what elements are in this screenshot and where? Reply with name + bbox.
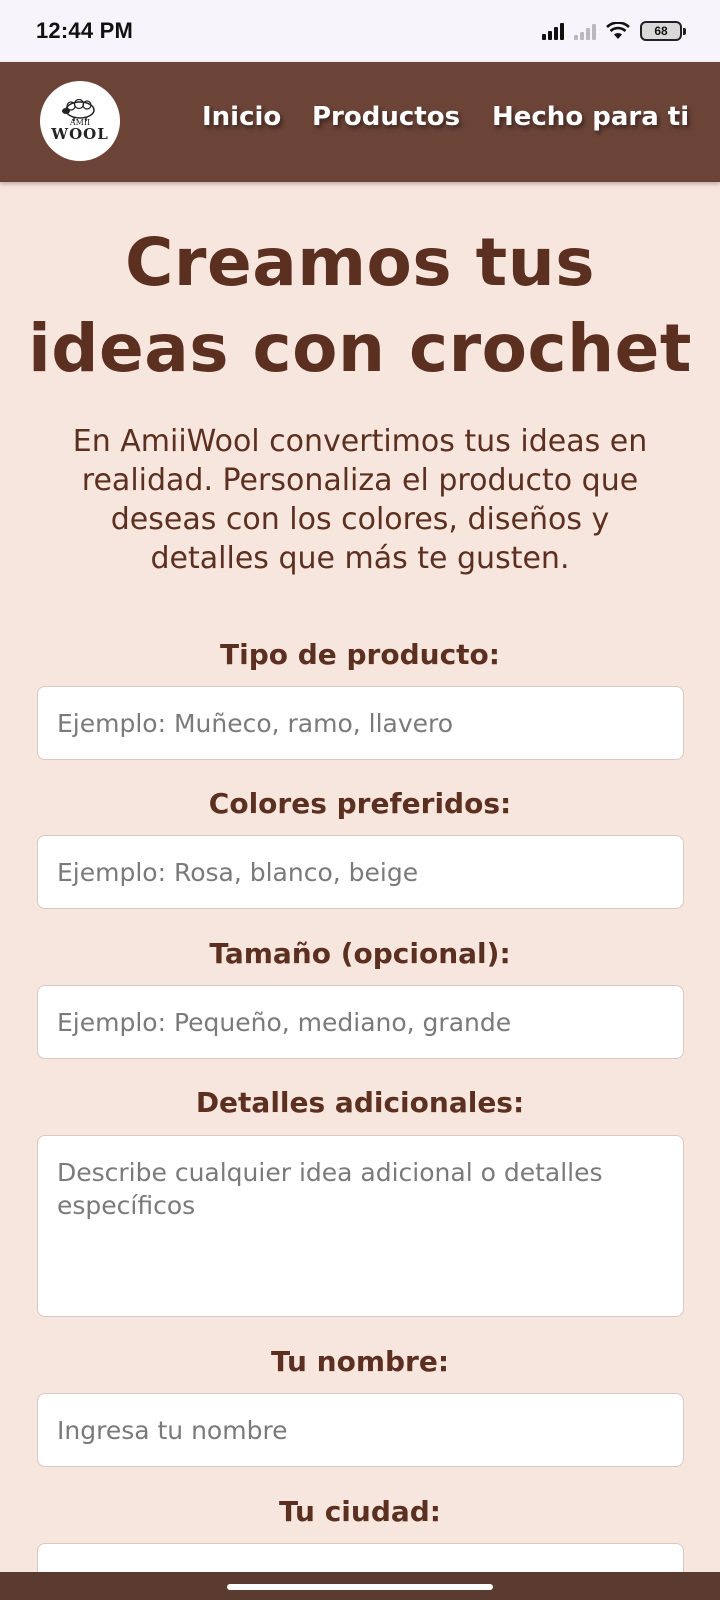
detalles-adicionales-textarea[interactable] <box>37 1135 684 1317</box>
nav-link-inicio[interactable]: Inicio <box>202 102 281 132</box>
battery-icon: 68 <box>640 21 686 41</box>
colores-preferidos-input[interactable] <box>37 835 684 909</box>
intro-text: En AmiiWool convertimos tus ideas en rea… <box>72 424 648 576</box>
wifi-icon <box>606 22 630 39</box>
label-detalles-adicionales: Detalles adicionales: <box>195 1086 525 1119</box>
label-colores-preferidos: Colores preferidos: <box>208 787 512 820</box>
status-bar: 12:44 PM 68 <box>0 0 720 62</box>
nav-link-hecho-para-ti[interactable]: Hecho para ti <box>492 102 689 132</box>
system-gesture-bar <box>0 1572 720 1600</box>
tamano-input[interactable] <box>37 985 684 1059</box>
page-title-line2: ideas con crochet <box>28 310 692 387</box>
status-time: 12:44 PM <box>36 18 133 43</box>
label-tu-nombre: Tu nombre: <box>270 1345 450 1378</box>
signal-icon <box>542 22 564 40</box>
label-tipo-producto: Tipo de producto: <box>220 638 500 671</box>
signal-secondary-icon <box>574 22 596 40</box>
nav-link-productos[interactable]: Productos <box>312 102 460 132</box>
page-title: Creamos tus ideas con crochet <box>0 220 720 392</box>
nombre-input[interactable] <box>37 1393 684 1467</box>
main-nav: Inicio Productos Hecho para ti <box>0 62 720 182</box>
page-title-line1: Creamos tus <box>125 224 595 301</box>
label-tamano: Tamaño (opcional): <box>209 937 511 970</box>
status-icons: 68 <box>542 21 686 41</box>
tipo-producto-input[interactable] <box>37 686 684 760</box>
home-indicator[interactable] <box>227 1584 493 1590</box>
main-content: Creamos tus ideas con crochet En AmiiWoo… <box>0 182 720 578</box>
label-tu-ciudad: Tu ciudad: <box>278 1495 441 1528</box>
battery-level: 68 <box>654 24 668 38</box>
site-header: AMII WOOL Inicio Productos Hecho para ti <box>0 62 720 182</box>
